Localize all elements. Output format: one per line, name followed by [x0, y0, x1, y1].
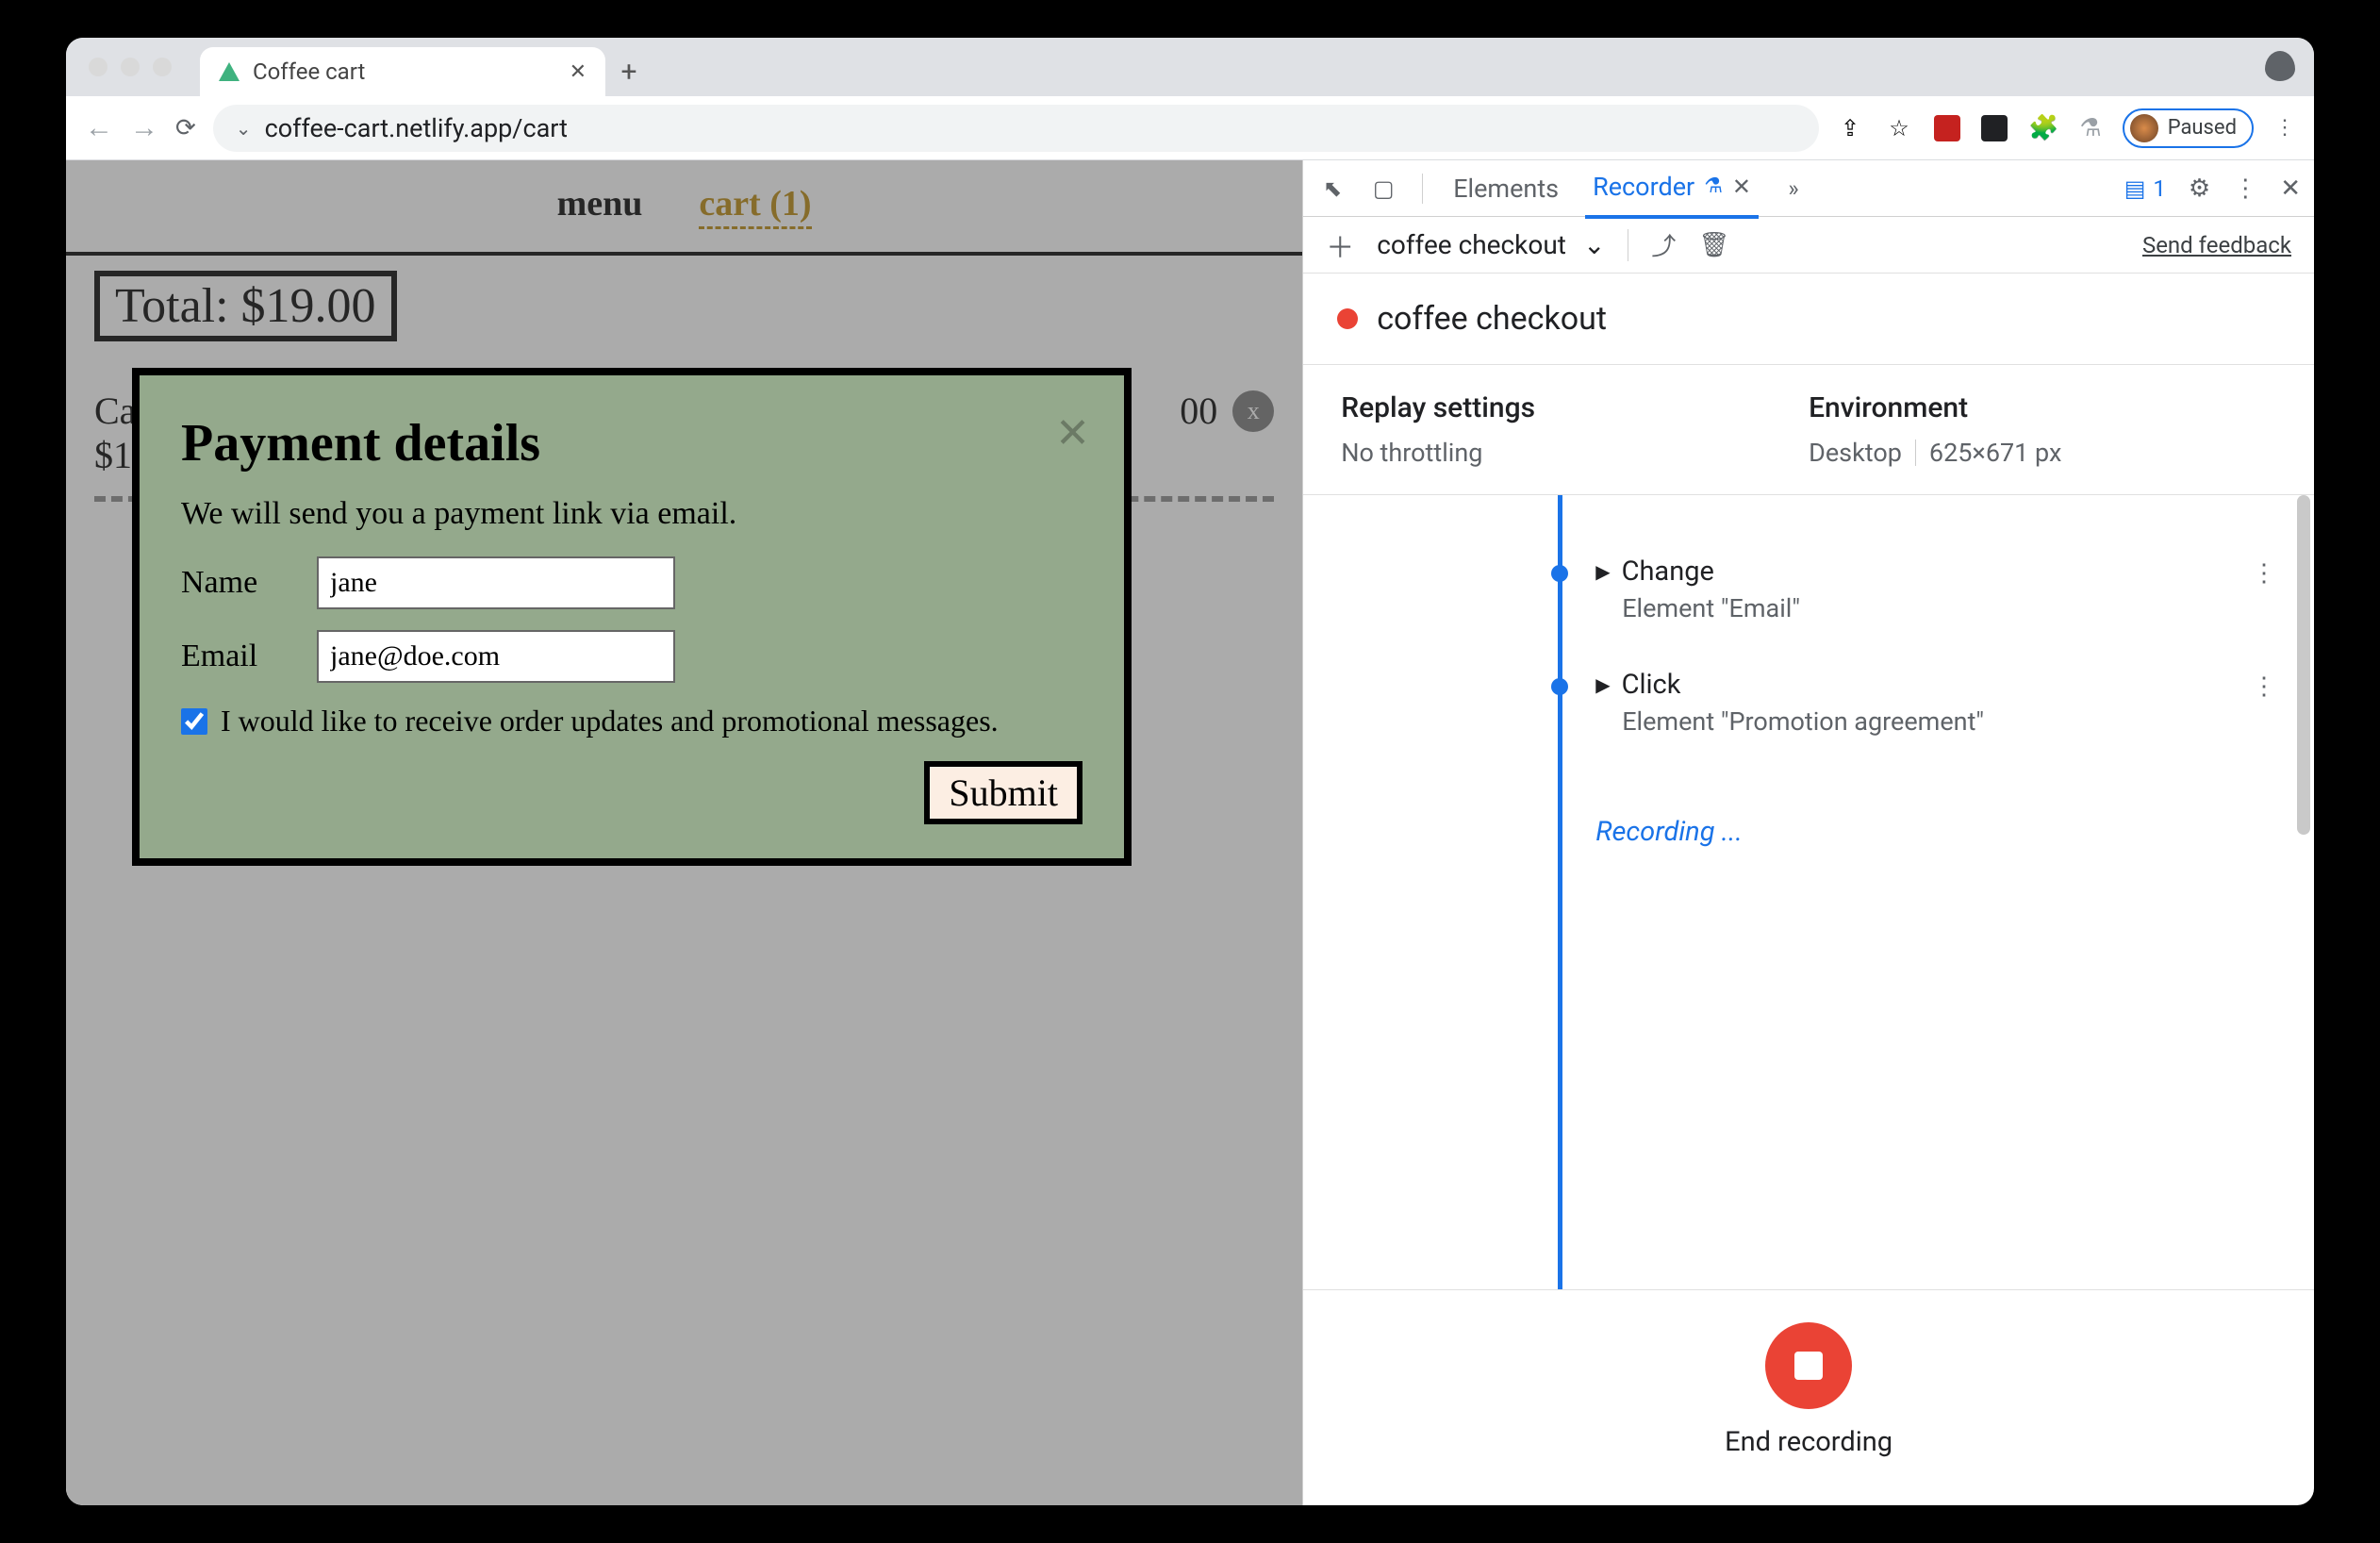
new-recording-button[interactable]: ＋: [1326, 224, 1354, 266]
step-bullet-icon: [1551, 565, 1568, 582]
tab-close-icon[interactable]: ✕: [570, 60, 587, 84]
window-max-dot[interactable]: [153, 58, 172, 76]
email-label: Email: [181, 639, 294, 674]
device-value: Desktop: [1809, 438, 1902, 468]
timeline-line: [1558, 495, 1562, 1289]
browser-menu-icon[interactable]: ⋮: [2274, 116, 2295, 140]
tab-title: Coffee cart: [253, 58, 556, 85]
share-icon[interactable]: ⇪: [1836, 114, 1864, 142]
bookmark-star-icon[interactable]: ☆: [1885, 114, 1913, 142]
browser-tab[interactable]: Coffee cart ✕: [200, 47, 605, 96]
divider: [1422, 174, 1423, 204]
payment-modal: ✕ Payment details We will send you a pay…: [132, 368, 1132, 866]
devtools-menu-icon[interactable]: ⋮: [2233, 174, 2257, 203]
stop-recording-button[interactable]: [1765, 1322, 1852, 1409]
devtools-close-icon[interactable]: ✕: [2280, 174, 2301, 203]
step-detail: Element "Promotion agreement": [1622, 706, 2276, 737]
modal-subtitle: We will send you a payment link via emai…: [181, 496, 1083, 532]
steps-timeline: ▶ Change Element "Email" ⋮ ▶ Click Element…: [1303, 495, 2314, 1289]
modal-title: Payment details: [181, 413, 1083, 473]
replay-settings-heading: Replay settings: [1341, 391, 1809, 424]
devtools-tab-bar: ⬉ ▢ Elements Recorder ⚗ ✕ » ▤ 1 ⚙ ⋮: [1303, 160, 2314, 217]
recording-title-row: coffee checkout: [1303, 274, 2314, 365]
step-item[interactable]: ▶ Change Element "Email" ⋮: [1595, 533, 2314, 646]
step-menu-icon[interactable]: ⋮: [2252, 672, 2276, 701]
address-bar[interactable]: ⌄ coffee-cart.netlify.app/cart: [213, 105, 1819, 152]
issues-badge[interactable]: ▤ 1: [2124, 175, 2166, 202]
devtools-panel: ⬉ ▢ Elements Recorder ⚗ ✕ » ▤ 1 ⚙ ⋮: [1302, 160, 2314, 1505]
recorder-footer: End recording: [1303, 1289, 2314, 1505]
message-icon: ▤: [2124, 175, 2146, 202]
device-toolbar-icon[interactable]: ▢: [1367, 175, 1399, 202]
tab-close-icon[interactable]: ✕: [1732, 174, 1751, 200]
more-tabs-icon[interactable]: »: [1777, 175, 1810, 202]
window-controls: [89, 38, 200, 96]
viewport-value: 625×671 px: [1929, 438, 2062, 468]
modal-close-icon[interactable]: ✕: [1055, 409, 1090, 457]
scrollbar-thumb[interactable]: [2297, 495, 2310, 835]
extensions-puzzle-icon[interactable]: 🧩: [2028, 114, 2058, 142]
flask-icon: ⚗: [1704, 174, 1723, 198]
reload-button[interactable]: ⟳: [175, 114, 196, 142]
stop-icon: [1794, 1352, 1823, 1380]
recording-status: Recording ...: [1595, 816, 2314, 848]
profile-chip[interactable]: Paused: [2123, 108, 2254, 148]
settings-gear-icon[interactable]: ⚙: [2189, 174, 2210, 203]
extension-icon-dark[interactable]: [1981, 115, 2008, 141]
avatar-icon: [2130, 114, 2158, 142]
chevron-down-icon: ⌄: [1583, 229, 1605, 260]
extension-icon-red[interactable]: [1934, 115, 1960, 141]
browser-window: Coffee cart ✕ + ← → ⟳ ⌄ coffee-cart.netl…: [66, 38, 2314, 1505]
tab-recorder[interactable]: Recorder ⚗ ✕: [1585, 158, 1759, 219]
window-min-dot[interactable]: [121, 58, 140, 76]
back-button[interactable]: ←: [85, 111, 113, 144]
address-bar-row: ← → ⟳ ⌄ coffee-cart.netlify.app/cart ⇪ ☆…: [66, 96, 2314, 160]
promo-label: I would like to receive order updates an…: [221, 704, 999, 738]
window-close-dot[interactable]: [89, 58, 107, 76]
delete-icon[interactable]: 🗑: [1698, 231, 1729, 259]
recorder-toolbar: ＋ coffee checkout ⌄ ⤴ 🗑 Send feedback: [1303, 217, 2314, 274]
url-text: coffee-cart.netlify.app/cart: [265, 113, 568, 143]
inspect-element-icon[interactable]: ⬉: [1316, 175, 1348, 202]
profile-status: Paused: [2168, 116, 2237, 140]
send-feedback-link[interactable]: Send feedback: [2142, 232, 2291, 258]
site-info-icon[interactable]: ⌄: [236, 117, 252, 140]
new-tab-button[interactable]: +: [605, 47, 653, 96]
export-icon[interactable]: ⤴: [1651, 227, 1676, 262]
experiments-flask-icon[interactable]: ⚗: [2079, 114, 2101, 142]
incognito-icon: [2265, 51, 2295, 81]
divider: [1915, 440, 1916, 466]
browser-tab-strip: Coffee cart ✕ +: [66, 38, 2314, 96]
recorder-settings-row: Replay settings No throttling Environmen…: [1303, 365, 2314, 495]
name-label: Name: [181, 565, 294, 601]
recording-selector[interactable]: coffee checkout ⌄: [1377, 229, 1605, 260]
recording-title: coffee checkout: [1377, 300, 1607, 338]
step-detail: Element "Email": [1622, 593, 2276, 623]
record-indicator-icon: [1337, 308, 1358, 329]
step-item[interactable]: ▶ Click Element "Promotion agreement" ⋮: [1595, 646, 2314, 759]
throttling-value[interactable]: No throttling: [1341, 438, 1809, 468]
step-action: Click: [1622, 669, 1681, 701]
expand-triangle-icon[interactable]: ▶: [1595, 673, 1610, 696]
toolbar-icons: ⇪ ☆ 🧩 ⚗ Paused ⋮: [1836, 108, 2295, 148]
vue-favicon-icon: [219, 62, 240, 81]
promo-checkbox[interactable]: [181, 708, 207, 735]
step-action: Change: [1622, 556, 1714, 588]
content-split: menu cart (1) Total: $19.00 Ca 00 x $1: [66, 160, 2314, 1505]
step-menu-icon[interactable]: ⋮: [2252, 559, 2276, 588]
end-recording-label: End recording: [1725, 1426, 1892, 1458]
environment-heading: Environment: [1809, 391, 2276, 424]
email-input[interactable]: [317, 630, 675, 683]
name-input[interactable]: [317, 556, 675, 609]
forward-button[interactable]: →: [130, 111, 158, 144]
step-bullet-icon: [1551, 678, 1568, 695]
expand-triangle-icon[interactable]: ▶: [1595, 560, 1610, 583]
webpage-viewport: menu cart (1) Total: $19.00 Ca 00 x $1: [66, 160, 1302, 1505]
tab-elements[interactable]: Elements: [1446, 160, 1566, 217]
submit-button[interactable]: Submit: [924, 761, 1083, 824]
